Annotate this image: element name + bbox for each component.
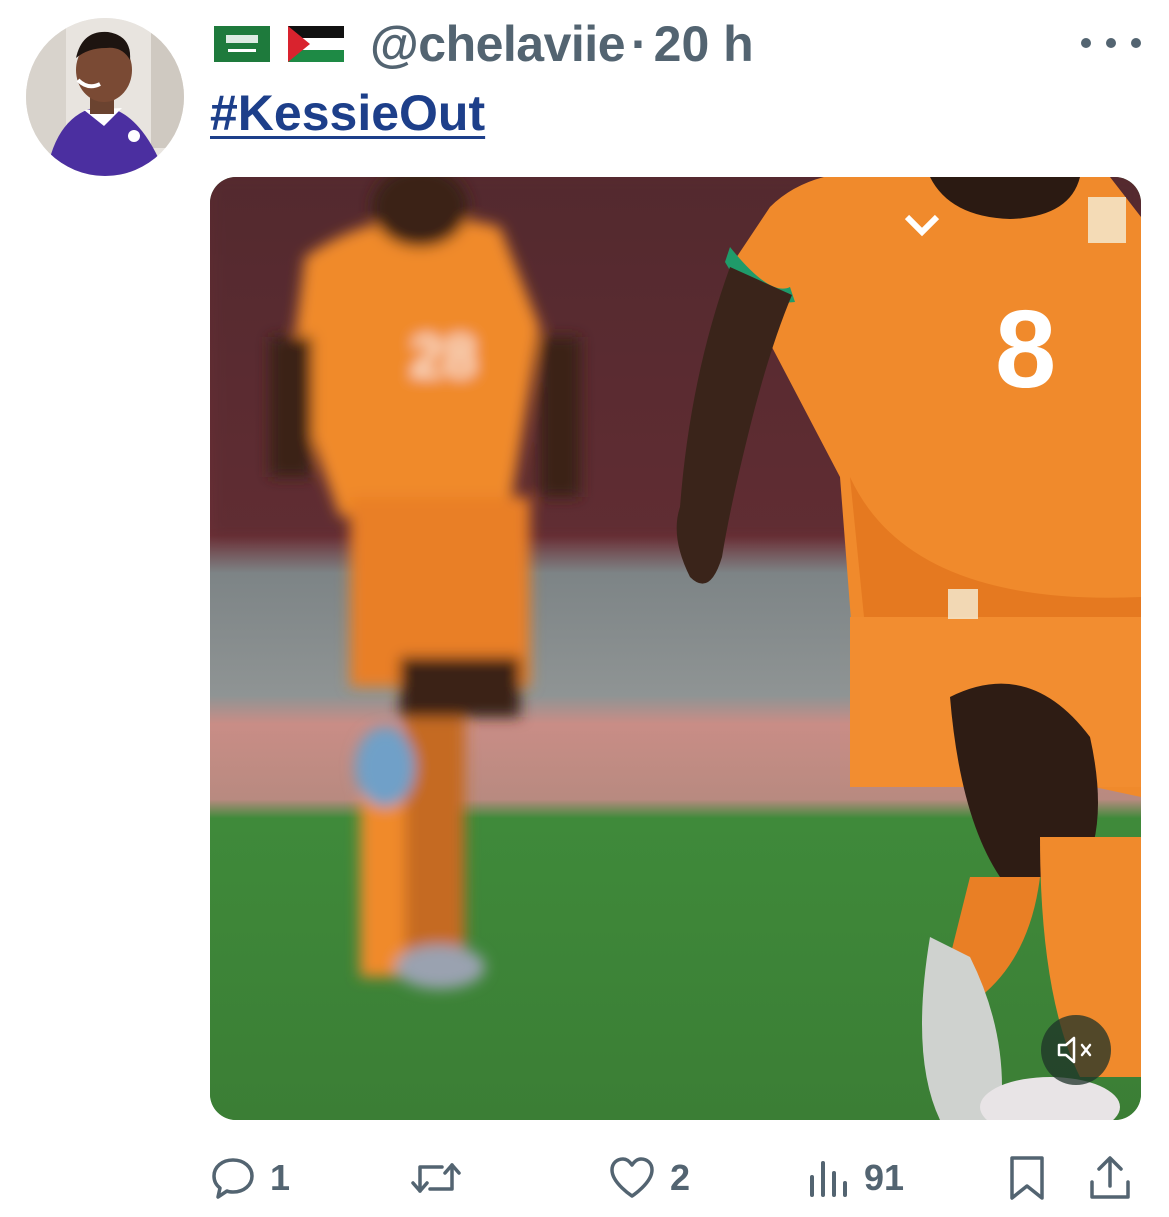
reply-icon: [212, 1158, 254, 1199]
post-media-video[interactable]: 28 8: [210, 177, 1141, 1120]
share-button[interactable]: [1087, 1148, 1133, 1208]
video-frame: 28 8: [210, 177, 1141, 1120]
share-icon: [1090, 1156, 1130, 1199]
svg-text:28: 28: [410, 323, 477, 390]
more-icon-dot: [1106, 38, 1116, 48]
views-count: 91: [864, 1157, 905, 1198]
views-button[interactable]: 91: [806, 1148, 904, 1208]
user-handle[interactable]: @chelaviie: [370, 15, 626, 73]
bookmark-button[interactable]: [1007, 1148, 1047, 1208]
like-icon: [610, 1157, 654, 1198]
views-icon: [810, 1161, 847, 1197]
more-icon: [1081, 38, 1091, 48]
separator-dot: ·: [631, 16, 648, 72]
post-header: @chelaviie · 20 h: [214, 14, 754, 74]
mute-icon: [1057, 1036, 1092, 1064]
repost-button[interactable]: [410, 1148, 476, 1208]
saudi-arabia-flag-icon: [214, 26, 270, 62]
hashtag-link[interactable]: #KessieOut: [210, 84, 485, 142]
like-count: 2: [670, 1157, 691, 1198]
repost-icon: [411, 1163, 461, 1193]
palestine-flag-icon: [288, 26, 344, 62]
post-timestamp[interactable]: 20 h: [654, 15, 754, 73]
mute-toggle-button[interactable]: [1041, 1015, 1111, 1085]
reply-button[interactable]: 1: [210, 1148, 290, 1208]
bookmark-icon: [1010, 1156, 1044, 1200]
like-button[interactable]: 2: [608, 1148, 690, 1208]
jersey-number: 8: [995, 288, 1056, 411]
more-icon-dot: [1131, 38, 1141, 48]
more-options-button[interactable]: [1081, 28, 1141, 58]
avatar[interactable]: [26, 18, 184, 176]
action-bar: 1 2 91: [210, 1148, 1141, 1208]
reply-count: 1: [270, 1157, 291, 1198]
